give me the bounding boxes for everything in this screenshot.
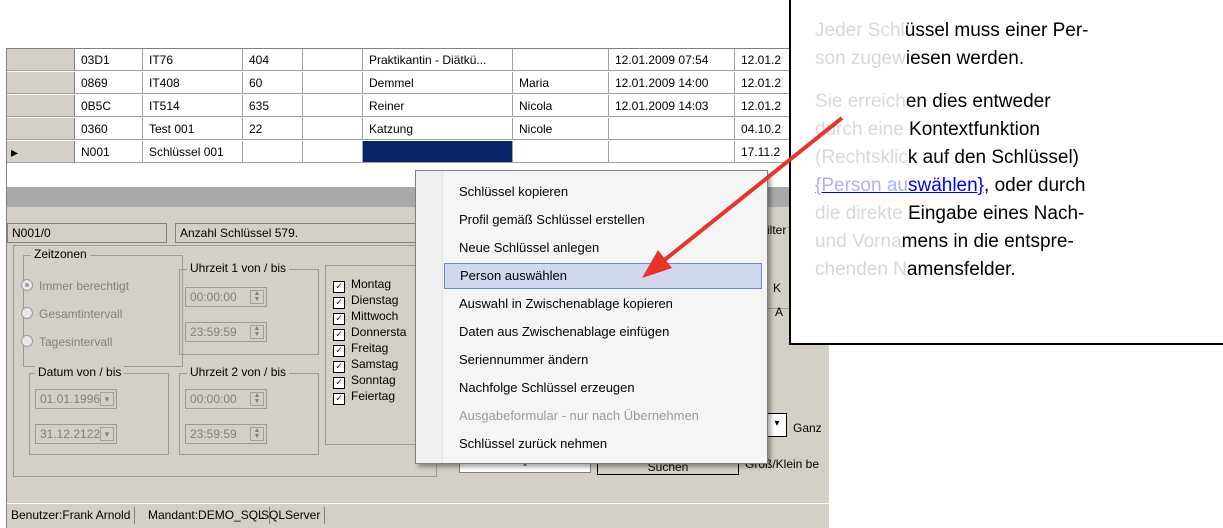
arrow-shaft	[660, 116, 844, 264]
annotation-arrow-icon	[642, 116, 844, 278]
arrow-head	[642, 250, 672, 278]
